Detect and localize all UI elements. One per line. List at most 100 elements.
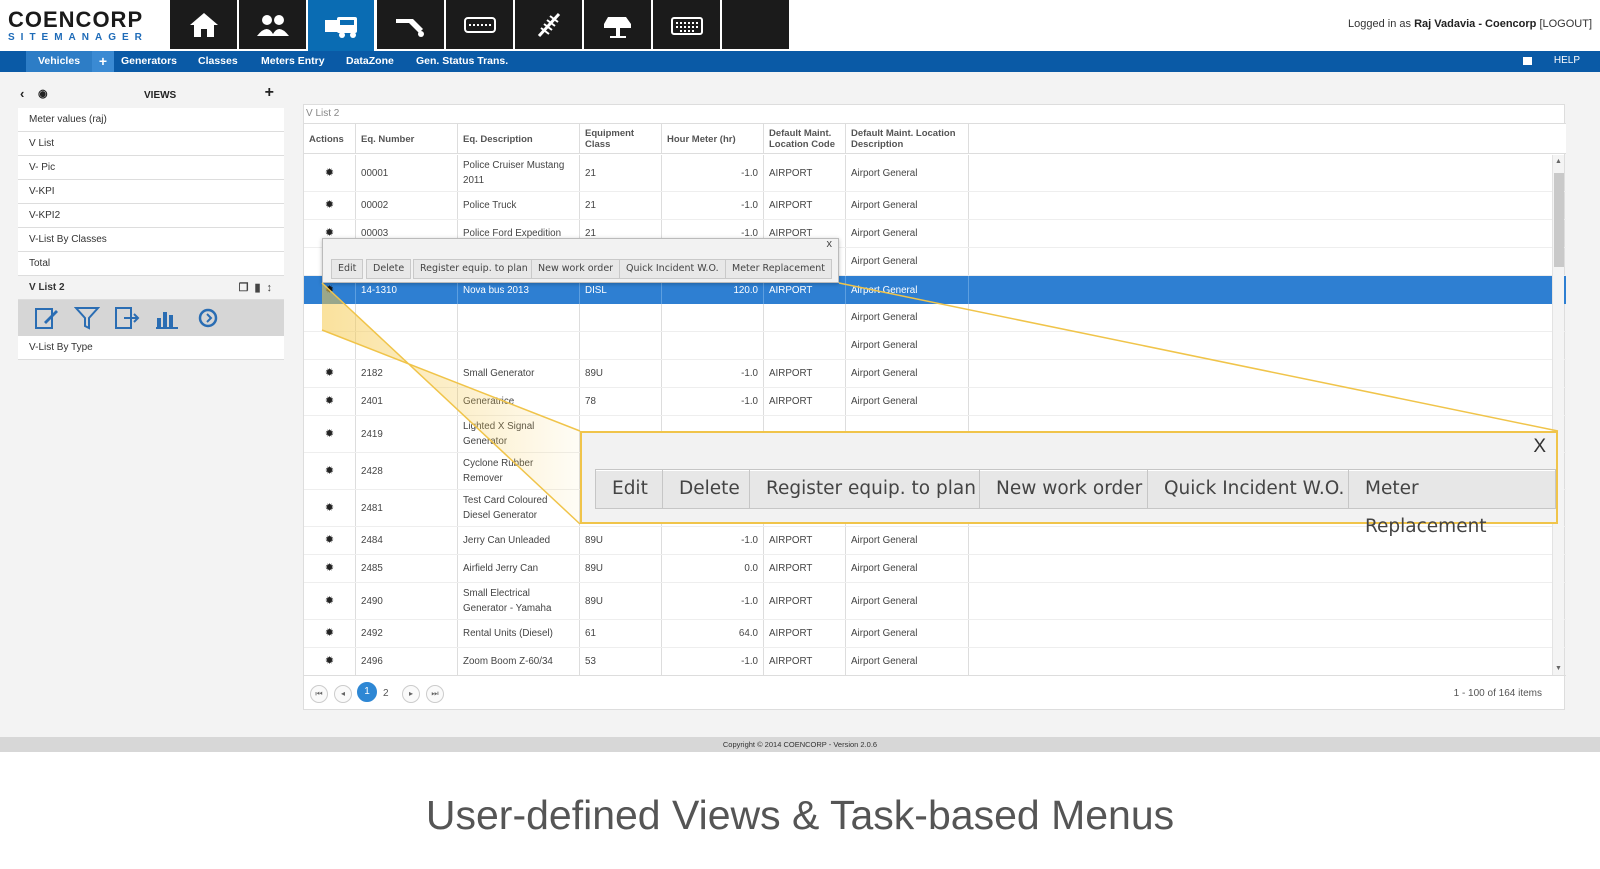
table-cell: 2428 bbox=[356, 453, 458, 489]
gear-icon[interactable]: ✹ bbox=[304, 416, 356, 452]
copy-icon[interactable]: ❐ bbox=[239, 282, 255, 294]
menu-classes[interactable]: Classes bbox=[198, 51, 238, 72]
register-plan-button-zoomed[interactable]: Register equip. to plan bbox=[749, 469, 993, 509]
table-row[interactable]: ✹ 00001 Police Cruiser Mustang 2011 21 -1.0 A… bbox=[304, 155, 1566, 192]
gear-icon[interactable]: ✹ bbox=[304, 620, 356, 647]
vehicles-tile[interactable] bbox=[308, 0, 374, 51]
fuel-tile[interactable] bbox=[377, 0, 444, 49]
trash-icon[interactable]: ▮ bbox=[254, 282, 266, 294]
gear-icon[interactable]: ✹ bbox=[304, 155, 356, 191]
view-item[interactable]: Total bbox=[18, 252, 284, 276]
view-item[interactable]: V-KPI bbox=[18, 180, 284, 204]
home-tile[interactable] bbox=[170, 0, 237, 49]
gear-icon[interactable]: ✹ bbox=[304, 527, 356, 554]
meter-replacement-button[interactable]: Meter Replacement bbox=[725, 259, 832, 279]
vertical-scrollbar[interactable]: ▲ ▼ bbox=[1552, 155, 1564, 675]
gear-icon[interactable]: ✹ bbox=[304, 453, 356, 489]
refresh-icon[interactable] bbox=[196, 306, 222, 330]
users-tile[interactable] bbox=[239, 0, 306, 49]
view-item[interactable]: V- Pic bbox=[18, 156, 284, 180]
logout-link[interactable]: [LOGOUT] bbox=[1539, 18, 1592, 30]
col-location-description[interactable]: Default Maint. Location Description bbox=[846, 124, 969, 154]
edit-button-zoomed[interactable]: Edit bbox=[595, 469, 665, 509]
login-prefix: Logged in as bbox=[1348, 18, 1412, 30]
scroll-down-icon[interactable]: ▼ bbox=[1555, 665, 1562, 672]
page-current[interactable]: 1 bbox=[357, 682, 377, 702]
col-eq-description[interactable]: Eq. Description bbox=[458, 124, 580, 154]
table-cell: Zoom Boom Z-60/34 bbox=[458, 648, 580, 675]
quick-incident-button[interactable]: Quick Incident W.O. bbox=[619, 259, 726, 279]
view-item[interactable]: V List bbox=[18, 132, 284, 156]
menu-gen-status[interactable]: Gen. Status Trans. bbox=[416, 51, 508, 72]
close-icon[interactable]: X bbox=[1533, 436, 1546, 458]
table-row[interactable]: ✹ 2401 Generatrice 78 -1.0 AIRPORT Airport Gen… bbox=[304, 388, 1566, 416]
last-page-icon[interactable]: ⏭ bbox=[426, 685, 444, 703]
filter-icon[interactable] bbox=[74, 306, 100, 330]
gear-icon[interactable]: ✹ bbox=[304, 648, 356, 675]
keyboard-tile[interactable] bbox=[653, 0, 720, 49]
help-link[interactable]: HELP bbox=[1554, 55, 1580, 66]
table-row[interactable]: ✹ 2496 Zoom Boom Z-60/34 53 -1.0 AIRPORT Airpo… bbox=[304, 648, 1566, 676]
view-item[interactable]: V-List By Type bbox=[18, 336, 284, 360]
sort-icon[interactable]: ↕ bbox=[267, 282, 279, 294]
scroll-thumb[interactable] bbox=[1554, 173, 1564, 267]
col-actions[interactable]: Actions bbox=[304, 124, 356, 154]
edit-button[interactable]: Edit bbox=[331, 259, 364, 279]
new-work-order-button[interactable]: New work order bbox=[531, 259, 621, 279]
edit-view-icon[interactable] bbox=[34, 306, 60, 330]
table-row[interactable]: ✹ 2490 Small Electrical Generator - Yamaha… bbox=[304, 583, 1566, 620]
table-row[interactable]: ✹ 00002 Police Truck 21 -1.0 AIRPORT Airport G… bbox=[304, 192, 1566, 220]
delete-button-zoomed[interactable]: Delete bbox=[662, 469, 757, 509]
col-location-code[interactable]: Default Maint. Location Code bbox=[764, 124, 846, 154]
scroll-up-icon[interactable]: ▲ bbox=[1555, 158, 1562, 165]
prev-page-icon[interactable]: ◂ bbox=[334, 685, 352, 703]
menu-datazone[interactable]: DataZone bbox=[346, 51, 394, 72]
table-row[interactable]: Airport General bbox=[304, 304, 1566, 332]
menu-generators[interactable]: Generators bbox=[121, 51, 177, 72]
col-hour-meter[interactable]: Hour Meter (hr) bbox=[662, 124, 764, 154]
page-link[interactable]: 2 bbox=[383, 688, 389, 699]
chart-icon[interactable] bbox=[154, 306, 180, 330]
menu-vehicles[interactable]: Vehicles + bbox=[26, 51, 114, 72]
parts-tile[interactable] bbox=[515, 0, 582, 49]
view-item-active[interactable]: V List 2 ❐▮↕ bbox=[18, 276, 284, 300]
gear-icon[interactable]: ✹ bbox=[304, 388, 356, 415]
view-item[interactable]: Meter values (raj) bbox=[18, 108, 284, 132]
flag-icon[interactable] bbox=[1523, 57, 1532, 65]
back-icon[interactable]: ‹ bbox=[20, 86, 24, 101]
table-cell: Airport General bbox=[846, 304, 969, 331]
table-row[interactable]: ✹ 2492 Rental Units (Diesel) 61 64.0 AIRPORT A… bbox=[304, 620, 1566, 648]
gear-icon[interactable]: ✹ bbox=[304, 583, 356, 619]
lift-tile[interactable] bbox=[584, 0, 651, 49]
gear-icon[interactable]: ✹ bbox=[304, 360, 356, 387]
gear-icon[interactable]: ✹ bbox=[304, 555, 356, 582]
first-page-icon[interactable]: ⏮ bbox=[310, 685, 328, 703]
menu-meters-entry[interactable]: Meters Entry bbox=[261, 51, 325, 72]
gear-icon[interactable]: ✹ bbox=[304, 490, 356, 526]
app-logo[interactable]: COENCORP SITEMANAGER bbox=[8, 8, 163, 46]
close-popup-icon[interactable]: x bbox=[827, 238, 833, 250]
data-grid: V List 2 Actions Eq. Number Eq. Descript… bbox=[303, 104, 1566, 710]
meter-replacement-button-zoomed[interactable]: Meter Replacement bbox=[1348, 469, 1556, 537]
gear-icon[interactable]: ✹ bbox=[304, 192, 356, 219]
view-item[interactable]: V-List By Classes bbox=[18, 228, 284, 252]
table-row[interactable]: Airport General bbox=[304, 332, 1566, 360]
add-view-icon[interactable]: + bbox=[265, 84, 274, 102]
next-page-icon[interactable]: ▸ bbox=[402, 685, 420, 703]
table-row[interactable]: ✹ 2182 Small Generator 89U -1.0 AIRPORT Airpor… bbox=[304, 360, 1566, 388]
register-plan-button[interactable]: Register equip. to plan bbox=[413, 259, 535, 279]
view-item[interactable]: V-KPI2 bbox=[18, 204, 284, 228]
delete-button[interactable]: Delete bbox=[366, 259, 412, 279]
eye-icon[interactable]: ◉ bbox=[38, 87, 48, 100]
export-icon[interactable] bbox=[114, 306, 140, 330]
blank-tile[interactable] bbox=[722, 0, 789, 49]
add-icon[interactable]: + bbox=[92, 51, 114, 72]
table-row[interactable]: ✹ 2485 Airfield Jerry Can 89U 0.0 AIRPORT Airp… bbox=[304, 555, 1566, 583]
col-equipment-class[interactable]: Equipment Class bbox=[580, 124, 662, 154]
gear-icon[interactable] bbox=[304, 332, 356, 359]
new-work-order-button-zoomed[interactable]: New work order bbox=[979, 469, 1160, 509]
quick-incident-button-zoomed[interactable]: Quick Incident W.O. bbox=[1147, 469, 1362, 509]
col-eq-number[interactable]: Eq. Number bbox=[356, 124, 458, 154]
gear-icon[interactable] bbox=[304, 304, 356, 331]
meter-tile[interactable] bbox=[446, 0, 513, 49]
